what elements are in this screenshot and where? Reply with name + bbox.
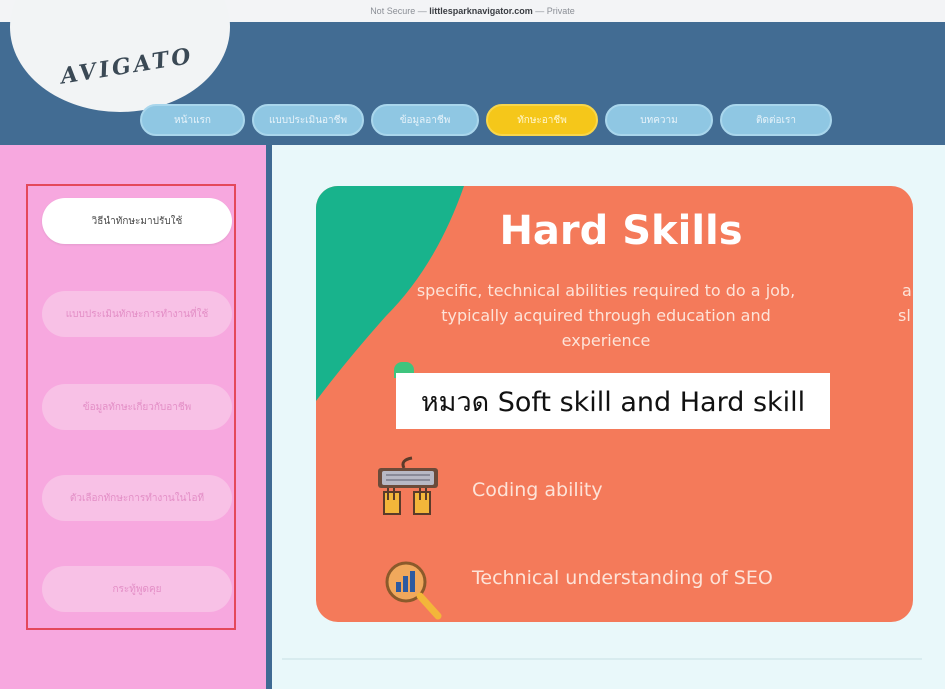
nav-item-home[interactable]: หน้าแรก <box>140 104 245 136</box>
url-host: littlesparknavigator.com <box>429 6 533 16</box>
logo-text: AVIGATO <box>58 42 196 90</box>
sidebar-item-it-skill-options[interactable]: ตัวเลือกทักษะการทำงานในไอที <box>42 475 232 521</box>
nav-item-articles[interactable]: บทความ <box>605 104 713 136</box>
main-nav: หน้าแรก แบบประเมินอาชีพ ข้อมูลอาชีพ ทักษ… <box>140 104 832 136</box>
skill-seo-understanding: Technical understanding of SEO <box>472 567 773 589</box>
site-logo[interactable]: AVIGATO <box>10 0 230 112</box>
sidebar-item-skill-assessment[interactable]: แบบประเมินทักษะการทำงานที่ใช้ <box>42 291 232 337</box>
card-cut-text-1: a <box>902 281 912 300</box>
sidebar-item-forum[interactable]: กระทู้พูดคุย <box>42 566 232 612</box>
nav-item-career-info[interactable]: ข้อมูลอาชีพ <box>371 104 479 136</box>
site-header: AVIGATO หน้าแรก แบบประเมินอาชีพ ข้อมูลอา… <box>0 0 945 145</box>
category-caption: หมวด Soft skill and Hard skill <box>396 373 830 429</box>
keyboard-hands-icon <box>378 456 438 515</box>
address-text[interactable]: Not Secure — littlesparknavigator.com — … <box>370 6 575 16</box>
nav-item-contact[interactable]: ติดต่อเรา <box>720 104 832 136</box>
card-title: Hard Skills <box>499 208 743 254</box>
private-mode-label: — Private <box>535 6 575 16</box>
card-description: specific, technical abilities required t… <box>416 281 796 350</box>
skill-coding-ability: Coding ability <box>472 479 603 501</box>
content-divider <box>282 658 922 660</box>
card-cut-text-2: sl <box>898 306 911 325</box>
nav-item-skills[interactable]: ทักษะอาชีพ <box>486 104 598 136</box>
sidebar-item-apply-skills[interactable]: วิธีนำทักษะมาปรับใช้ <box>42 198 232 244</box>
magnifier-chart-icon <box>385 561 442 620</box>
security-status: Not Secure — <box>370 6 427 16</box>
nav-item-assessment[interactable]: แบบประเมินอาชีพ <box>252 104 364 136</box>
sidebar-item-skill-info[interactable]: ข้อมูลทักษะเกี่ยวกับอาชีพ <box>42 384 232 430</box>
